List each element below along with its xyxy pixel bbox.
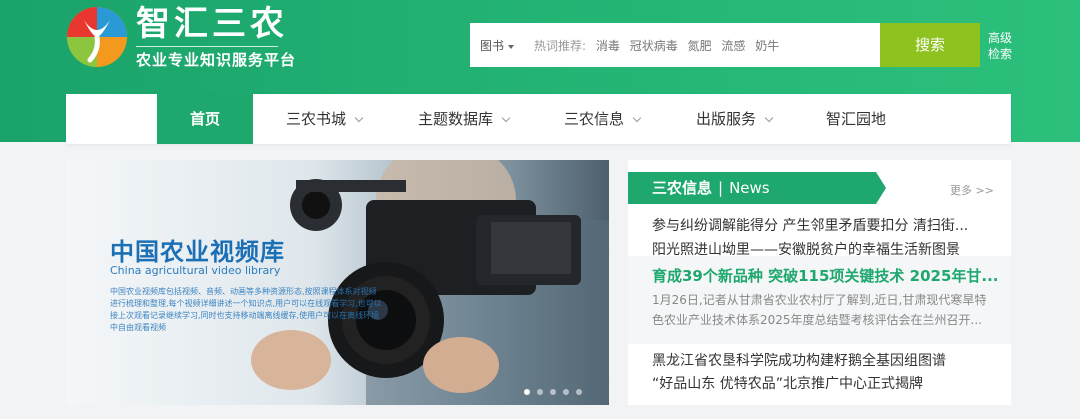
chevron-down-icon [354, 113, 364, 123]
nav-label: 出版服务 [696, 110, 757, 128]
hot-word[interactable]: 流感 [721, 39, 745, 53]
nav-label: 三农书城 [286, 110, 347, 128]
news-item[interactable]: “好品山东 优特农品”北京推广中心正式揭牌 [652, 373, 923, 393]
brand-divider [136, 46, 278, 47]
banner-image [66, 160, 609, 405]
caret-down-icon [508, 44, 515, 49]
nav-label: 主题数据库 [418, 110, 494, 128]
nav-label: 智汇园地 [826, 110, 887, 128]
carousel-dot[interactable] [524, 389, 530, 395]
nav-label: 三农信息 [564, 110, 625, 128]
hot-word[interactable]: 冠状病毒 [630, 39, 678, 53]
chevron-down-icon [501, 113, 511, 123]
banner-subtitle: China agricultural video library [110, 264, 281, 277]
carousel-dot[interactable] [537, 389, 543, 395]
search-type-select[interactable]: 图书 [480, 37, 515, 54]
news-tab[interactable]: 三农信息 | News [628, 172, 886, 204]
news-tab-title: 三农信息 [652, 179, 713, 197]
brand-name: 智汇三农 [136, 4, 288, 44]
banner-title: 中国农业视频库 [110, 238, 285, 266]
hot-words-label: 热词推荐: [534, 39, 587, 53]
news-tab-separator: | [718, 179, 724, 197]
news-tab-subtitle: News [729, 179, 770, 197]
nav-item-home[interactable]: 首页 [157, 94, 253, 144]
nav-item-garden[interactable]: 智汇园地 [826, 94, 886, 144]
news-item[interactable]: 黑龙江省农垦科学院成功构建籽鹅全基因组图谱 [652, 350, 946, 370]
news-highlight-title[interactable]: 育成39个新品种 突破115项关键技术 2025年甘... [652, 265, 998, 286]
nav-item-publishing[interactable]: 出版服务 [696, 94, 774, 144]
search-box[interactable]: 图书 热词推荐: 消毒 冠状病毒 氮肥 流感 奶牛 [470, 23, 880, 67]
banner-carousel[interactable]: 中国农业视频库 China agricultural video library… [66, 160, 609, 405]
carousel-dot[interactable] [563, 389, 569, 395]
hot-word[interactable]: 奶牛 [755, 39, 779, 53]
news-panel: 三农信息 | News 更多 >> 参与纠纷调解能得分 产生邻里矛盾要扣分 清扫街.… [628, 160, 1011, 405]
advanced-search-link[interactable]: 高级检索 [988, 30, 1014, 62]
carousel-dots [524, 380, 589, 395]
main-nav: 首页 三农书城 主题数据库 三农信息 出版服务 智汇园地 [66, 94, 1011, 144]
nav-item-database[interactable]: 主题数据库 [418, 94, 511, 144]
chevron-down-icon [632, 113, 642, 123]
nav-label: 首页 [189, 110, 220, 128]
nav-item-info[interactable]: 三农信息 [564, 94, 642, 144]
news-highlight-summary: 1月26日,记者从甘肃省农业农村厅了解到,近日,甘肃现代寒旱特色农业产业技术体系… [652, 293, 987, 327]
nav-item-bookstore[interactable]: 三农书城 [286, 94, 364, 144]
hot-word[interactable]: 氮肥 [688, 39, 712, 53]
brand-subtitle: 农业专业知识服务平台 [136, 51, 297, 69]
news-item[interactable]: 参与纠纷调解能得分 产生邻里矛盾要扣分 清扫街... [652, 215, 968, 235]
search-type-label: 图书 [480, 39, 505, 53]
hot-word[interactable]: 消毒 [596, 39, 620, 53]
carousel-dot[interactable] [550, 389, 556, 395]
site-logo[interactable] [66, 6, 128, 68]
hot-words: 热词推荐: 消毒 冠状病毒 氮肥 流感 奶牛 [534, 37, 779, 54]
carousel-dot[interactable] [576, 389, 582, 395]
search-button[interactable]: 搜索 [880, 23, 980, 67]
news-more-link[interactable]: 更多 >> [950, 182, 994, 198]
chevron-down-icon [764, 113, 774, 123]
banner-description: 中国农业视频库包括视频、音频、动画等多种资源形态,按照课程体系对视频进行梳理和整… [110, 287, 382, 332]
